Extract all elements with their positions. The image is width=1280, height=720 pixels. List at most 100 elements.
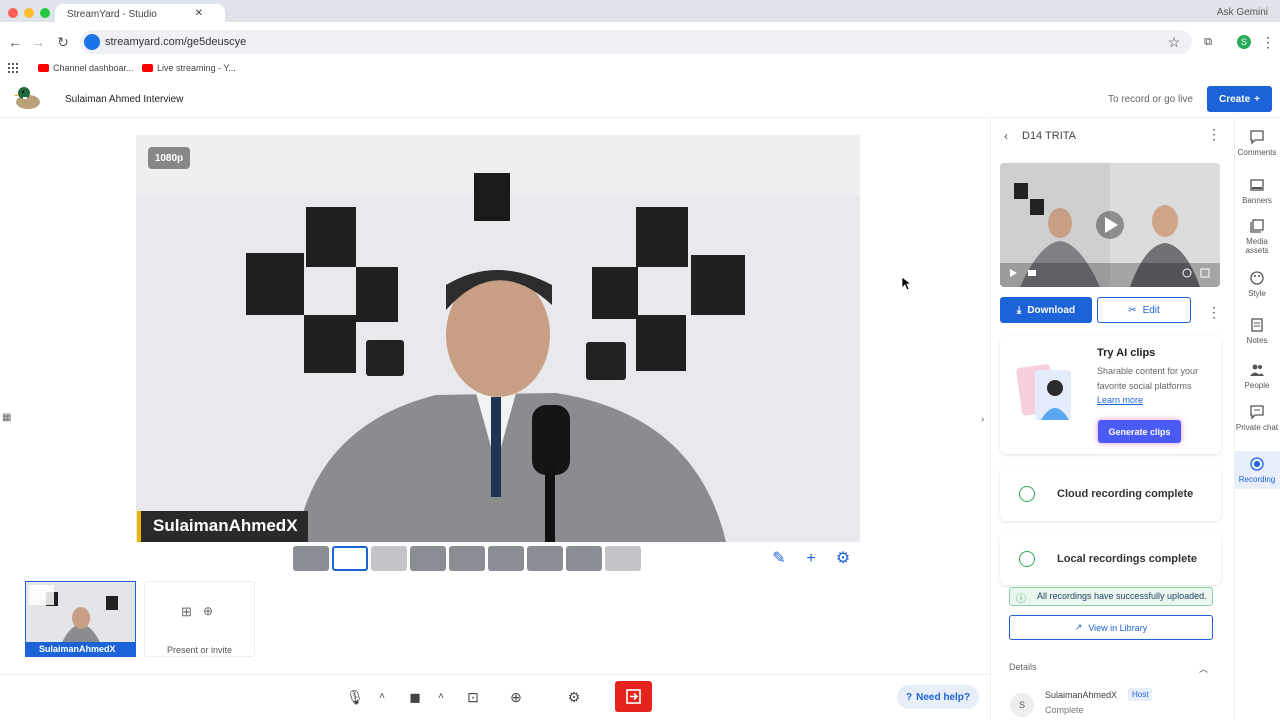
layout-leader-button[interactable] (410, 546, 446, 571)
layout-thin-button[interactable] (371, 546, 407, 571)
notes-icon (1251, 318, 1263, 332)
participant-name: SulaimanAhmedX (25, 642, 136, 657)
forward-icon[interactable]: → (30, 34, 46, 50)
back-chevron-icon[interactable]: ‹ (1004, 129, 1008, 143)
sidebar-item-label: Notes (1246, 336, 1268, 345)
recording-video-preview[interactable] (1000, 163, 1220, 287)
edit-button[interactable]: ✂ Edit (1097, 297, 1191, 323)
sidebar-item-label: People (1244, 381, 1270, 390)
recording-title: D14 TRITA (1022, 130, 1076, 142)
private-chat-icon (1250, 405, 1264, 420)
record-hint: To record or go live (1107, 94, 1193, 105)
omnibox[interactable] (80, 30, 1192, 54)
edit-pencil-icon[interactable]: ✎ (769, 549, 789, 569)
sidebar-item-people[interactable]: People (1234, 362, 1280, 390)
resolution-badge: 1080p (148, 147, 190, 169)
layout-cinema-button[interactable] (605, 546, 641, 571)
view-in-library-button[interactable]: ↗ View in Library (1009, 615, 1213, 640)
add-icon[interactable]: + (801, 549, 821, 569)
camera-options-chevron-icon[interactable]: ˄ (432, 688, 450, 706)
sidebar-item-label: Media assets (1245, 237, 1269, 255)
camera-icon[interactable]: ◼ (406, 688, 424, 706)
download-label: Download (1027, 304, 1076, 316)
settings-icon[interactable]: ⚙ (565, 688, 583, 706)
host-status: Complete (1045, 705, 1084, 715)
invite-icon: ⊕ (203, 604, 214, 618)
sidebar-item-recording[interactable]: Recording (1234, 451, 1280, 489)
microphone-icon[interactable]: 🎙 (346, 688, 364, 706)
back-icon[interactable]: ← (7, 34, 23, 50)
download-icon: ⤓ (1016, 304, 1022, 316)
present-icon: ⊞ (181, 604, 192, 619)
sidebar-item-label: Private chat (1235, 423, 1279, 432)
close-tab-icon[interactable]: ✕ (195, 8, 203, 19)
local-status-text: Local recordings complete (1057, 553, 1197, 565)
streamyard-logo-icon[interactable] (14, 85, 44, 111)
media-assets-icon (1250, 219, 1264, 233)
layout-full-button[interactable] (566, 546, 602, 571)
apps-grid-icon[interactable] (8, 63, 18, 73)
layout-solo-button[interactable] (293, 546, 329, 571)
bookmark-item[interactable]: Channel dashboar... (38, 63, 134, 73)
close-window-icon[interactable] (8, 8, 18, 18)
layout-sidebar-button[interactable] (488, 546, 524, 571)
banners-icon (1250, 179, 1264, 191)
host-name: SulaimanAhmedX (1045, 690, 1118, 700)
sidebar-item-notes[interactable]: Notes (1234, 317, 1280, 345)
share-screen-icon[interactable]: ⊡ (464, 688, 482, 706)
invite-label: Present or invite (166, 645, 233, 655)
sidebar-item-style[interactable]: Style (1234, 270, 1280, 298)
bookmark-label: Channel dashboar... (53, 63, 134, 73)
youtube-icon (142, 64, 153, 72)
create-label: Create (1219, 93, 1251, 105)
stage-video[interactable] (136, 135, 860, 542)
chevron-up-icon[interactable]: ︿ (1199, 662, 1208, 675)
stage-settings-icon[interactable]: ⚙ (833, 549, 853, 569)
mic-options-chevron-icon[interactable]: ˄ (373, 688, 391, 706)
layout-group-button[interactable] (332, 546, 368, 571)
download-button[interactable]: ⤓ Download (1000, 297, 1092, 323)
ask-gemini-button[interactable]: Ask Gemini (1217, 7, 1268, 18)
palette-icon (1250, 271, 1264, 285)
layout-screen-button[interactable] (527, 546, 563, 571)
cast-icon[interactable]: ⧉ (1200, 34, 1216, 50)
host-badge: Host (1128, 688, 1153, 701)
sidebar-item-comments[interactable]: Comments (1234, 129, 1280, 161)
generate-clips-button[interactable]: Generate clips (1098, 420, 1181, 443)
layout-side-button[interactable] (449, 546, 485, 571)
create-button[interactable]: Create + (1207, 86, 1272, 112)
sidebar-item-media-assets[interactable]: Media assets (1234, 218, 1280, 256)
more-options-icon[interactable]: ⋮ (1207, 126, 1221, 143)
mouse-cursor-icon (902, 277, 912, 291)
recording-icon (1250, 457, 1264, 471)
browser-tab[interactable]: StreamYard - Studio ✕ (55, 4, 225, 22)
sidebar-item-private-chat[interactable]: Private chat (1234, 404, 1280, 442)
help-icon: ? (905, 691, 913, 703)
browser-tabstrip: StreamYard - Studio ✕ Ask Gemini (0, 0, 1280, 22)
check-circle-icon (1019, 551, 1035, 567)
learn-more-link[interactable]: Learn more (1097, 395, 1143, 405)
name-overlay: SulaimanAhmedX (137, 511, 308, 542)
app-header (0, 80, 1280, 118)
invite-guest-icon[interactable]: ⊕ (507, 688, 525, 706)
reload-icon[interactable]: ↻ (55, 34, 71, 50)
collapse-chevron-icon[interactable]: › (981, 414, 984, 425)
site-info-icon[interactable] (84, 34, 100, 50)
ai-clips-title: Try AI clips (1097, 347, 1156, 359)
leave-studio-button[interactable] (615, 681, 652, 712)
sidebar-item-banners[interactable]: Banners (1234, 177, 1280, 205)
bookmark-star-icon[interactable]: ☆ (1166, 34, 1182, 50)
maximize-window-icon[interactable] (40, 8, 50, 18)
browser-menu-icon[interactable]: ⋮ (1260, 34, 1276, 50)
library-label: View in Library (1088, 622, 1148, 633)
url-text[interactable]: streamyard.com/ge5deuscye (105, 36, 246, 48)
layout-panel-icon[interactable]: ▦ (2, 412, 11, 423)
need-help-button[interactable]: ? Need help? (897, 685, 979, 709)
minimize-window-icon[interactable] (24, 8, 34, 18)
recording-more-icon[interactable]: ⋮ (1207, 304, 1221, 321)
info-circle-icon: ⓘ (1016, 594, 1026, 605)
tab-title: StreamYard - Studio (67, 9, 157, 20)
bookmark-item[interactable]: Live streaming - Y... (142, 63, 236, 73)
broadcast-title[interactable]: Sulaiman Ahmed Interview (65, 94, 183, 105)
profile-avatar[interactable]: S (1237, 35, 1251, 49)
